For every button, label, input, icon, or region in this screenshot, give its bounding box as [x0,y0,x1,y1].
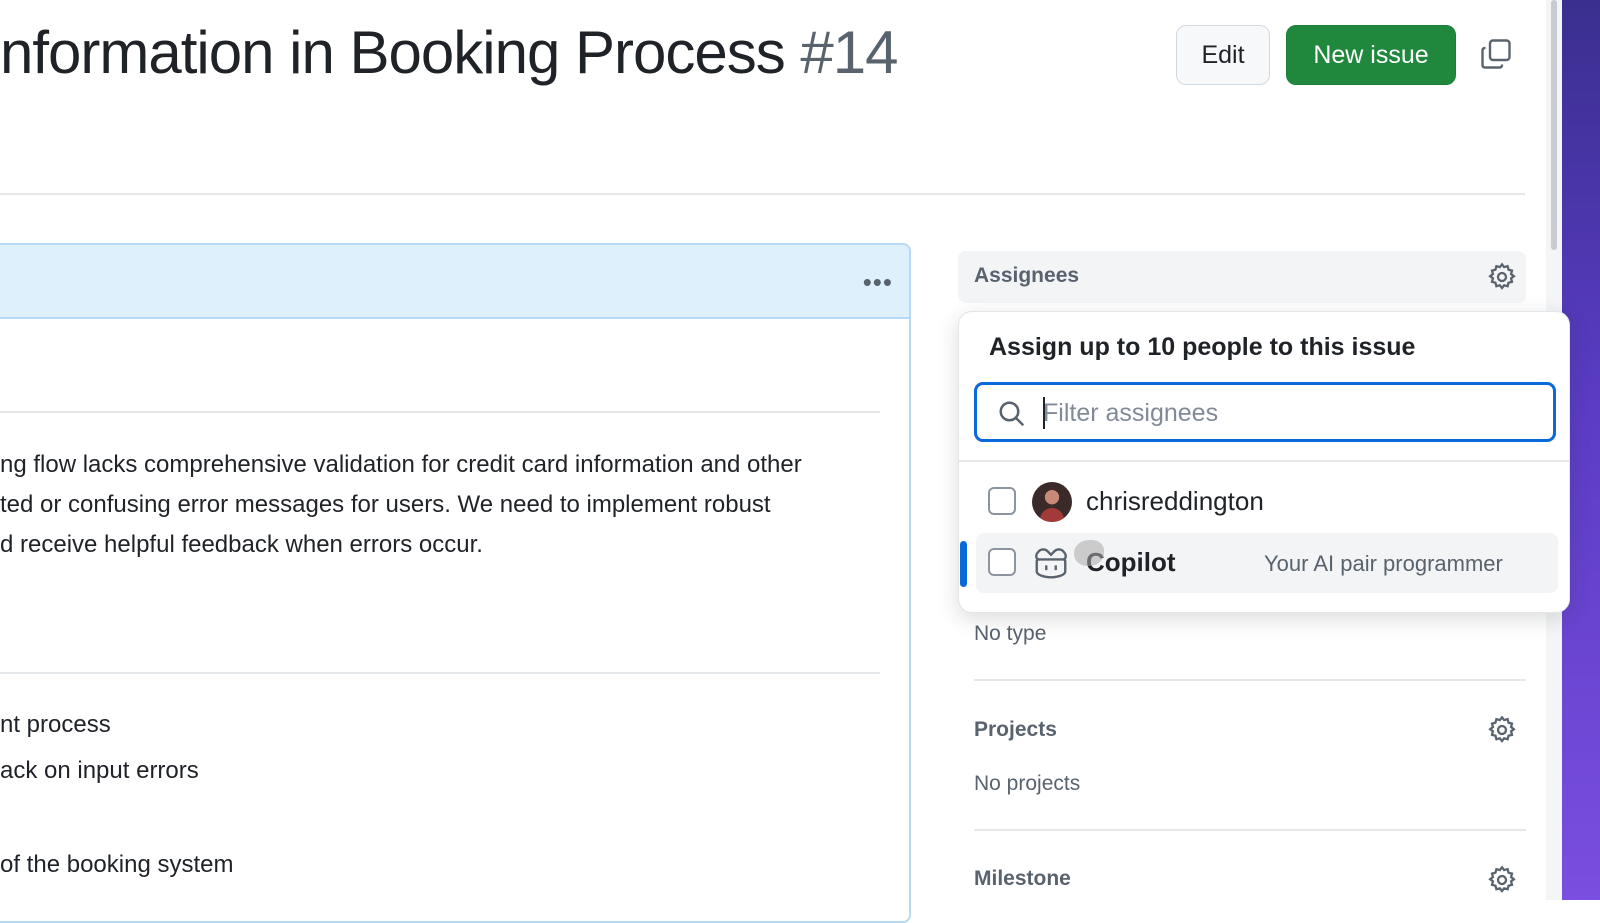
page-scrollbar-thumb[interactable] [1551,0,1557,250]
assignee-checkbox[interactable] [988,487,1016,515]
gear-icon[interactable] [1486,864,1518,896]
gear-icon[interactable] [1486,261,1518,293]
comment-options-icon[interactable]: ••• [863,267,893,298]
issue-body-comment: ••• [0,243,911,923]
copilot-icon [1035,548,1067,579]
body-text-line: d receive helpful feedback when errors o… [0,531,483,558]
issue-title-text: nformation in Booking Process [0,19,786,86]
milestone-label[interactable]: Milestone [974,867,1071,891]
copy-icon[interactable] [1478,36,1514,72]
assignees-header[interactable]: Assignees [958,251,1526,303]
type-value: No type [974,622,1047,645]
body-text-line: ng flow lacks comprehensive validation f… [0,451,802,478]
assignee-name: chrisreddington [1086,486,1264,516]
body-divider [0,672,880,674]
mouse-cursor [1074,540,1104,566]
popover-title: Assign up to 10 people to this issue [989,333,1416,361]
sidebar-divider [974,829,1526,831]
popover-divider [959,460,1569,462]
assignee-option-copilot[interactable]: Copilot Your AI pair programmer [960,533,1558,593]
text-caret [1043,397,1045,429]
new-issue-button[interactable]: New issue [1286,25,1456,85]
avatar [1032,482,1072,522]
sidebar-divider [974,679,1526,681]
issue-number: #14 [800,19,898,86]
assignees-label: Assignees [974,264,1080,287]
assignee-checkbox[interactable] [988,548,1016,576]
body-text-line: ted or confusing error messages for user… [0,491,771,518]
comment-header: ••• [0,245,909,319]
edit-button[interactable]: Edit [1176,25,1270,85]
projects-value: No projects [974,772,1081,795]
search-icon [999,401,1025,427]
body-divider [0,411,880,413]
assignee-description: Your AI pair programmer [1264,551,1503,576]
body-list-item: of the booking system [0,851,234,878]
assignee-search-box[interactable] [974,382,1556,442]
assignee-option-chrisreddington[interactable]: chrisreddington [976,472,1558,532]
header-divider [0,193,1525,195]
projects-label[interactable]: Projects [974,718,1057,742]
active-row-indicator [960,541,967,587]
assignees-popover: Assign up to 10 people to this issue chr… [958,311,1570,613]
issue-title: nformation in Booking Process #14 [0,18,899,87]
body-list-item: ack on input errors [0,757,199,784]
body-list-item: nt process [0,711,111,738]
gear-icon[interactable] [1486,714,1518,746]
filter-assignees-input[interactable] [1043,393,1533,433]
